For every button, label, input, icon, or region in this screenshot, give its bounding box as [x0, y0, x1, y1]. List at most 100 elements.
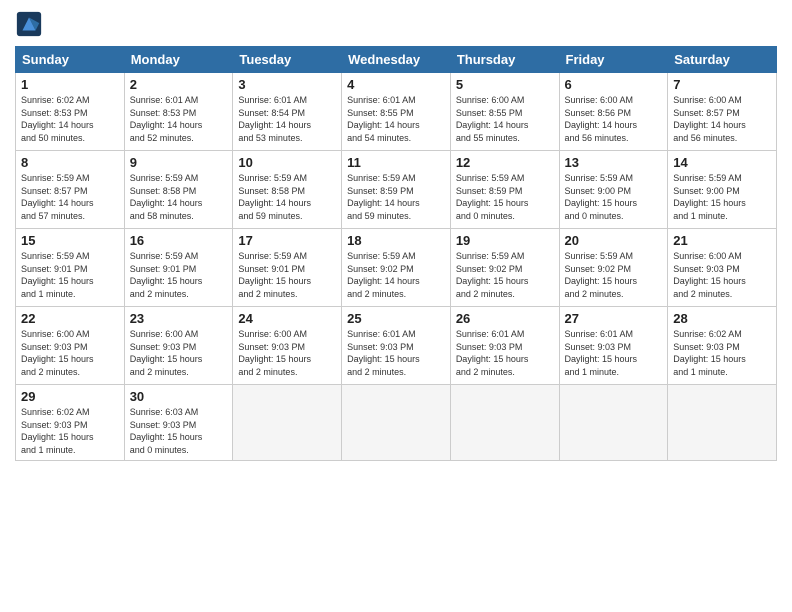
day-info: Sunrise: 5:59 AMSunset: 9:02 PMDaylight:… — [347, 250, 445, 300]
weekday-header-saturday: Saturday — [668, 47, 777, 73]
day-number: 24 — [238, 311, 336, 326]
calendar-cell — [559, 385, 668, 461]
day-info: Sunrise: 5:59 AMSunset: 8:59 PMDaylight:… — [347, 172, 445, 222]
calendar-cell: 24 Sunrise: 6:00 AMSunset: 9:03 PMDayligh… — [233, 307, 342, 385]
day-number: 18 — [347, 233, 445, 248]
calendar-cell — [342, 385, 451, 461]
calendar-cell: 11 Sunrise: 5:59 AMSunset: 8:59 PMDayligh… — [342, 151, 451, 229]
day-number: 16 — [130, 233, 228, 248]
logo-icon — [15, 10, 43, 38]
day-number: 10 — [238, 155, 336, 170]
calendar-cell: 8 Sunrise: 5:59 AMSunset: 8:57 PMDaylight… — [16, 151, 125, 229]
day-number: 30 — [130, 389, 228, 404]
day-number: 22 — [21, 311, 119, 326]
calendar-cell: 9Sunrise: 5:59 AMSunset: 8:58 PMDaylight… — [124, 151, 233, 229]
day-info: Sunrise: 5:59 AMSunset: 9:02 PMDaylight:… — [456, 250, 554, 300]
day-info: Sunrise: 6:02 AMSunset: 8:53 PMDaylight:… — [21, 94, 119, 144]
weekday-header-thursday: Thursday — [450, 47, 559, 73]
day-info: Sunrise: 6:00 AMSunset: 8:56 PMDaylight:… — [565, 94, 663, 144]
calendar-cell: 30 Sunrise: 6:03 AMSunset: 9:03 PMDayligh… — [124, 385, 233, 461]
day-number: 12 — [456, 155, 554, 170]
header — [15, 10, 777, 38]
calendar-cell: 20 Sunrise: 5:59 AMSunset: 9:02 PMDayligh… — [559, 229, 668, 307]
calendar-week-4: 22 Sunrise: 6:00 AMSunset: 9:03 PMDayligh… — [16, 307, 777, 385]
day-info: Sunrise: 5:59 AMSunset: 9:01 PMDaylight:… — [130, 250, 228, 300]
calendar-cell: 6 Sunrise: 6:00 AMSunset: 8:56 PMDaylight… — [559, 73, 668, 151]
day-number: 28 — [673, 311, 771, 326]
weekday-header-row: SundayMondayTuesdayWednesdayThursdayFrid… — [16, 47, 777, 73]
calendar-cell: 4 Sunrise: 6:01 AMSunset: 8:55 PMDaylight… — [342, 73, 451, 151]
calendar-cell: 19 Sunrise: 5:59 AMSunset: 9:02 PMDayligh… — [450, 229, 559, 307]
day-number: 13 — [565, 155, 663, 170]
day-info: Sunrise: 6:02 AMSunset: 9:03 PMDaylight:… — [21, 406, 119, 456]
day-number: 21 — [673, 233, 771, 248]
weekday-header-friday: Friday — [559, 47, 668, 73]
day-info: Sunrise: 5:59 AMSunset: 8:58 PMDaylight:… — [238, 172, 336, 222]
calendar-cell: 28 Sunrise: 6:02 AMSunset: 9:03 PMDayligh… — [668, 307, 777, 385]
logo — [15, 10, 45, 38]
calendar-cell: 17 Sunrise: 5:59 AMSunset: 9:01 PMDayligh… — [233, 229, 342, 307]
day-number: 29 — [21, 389, 119, 404]
calendar-cell: 3Sunrise: 6:01 AMSunset: 8:54 PMDaylight… — [233, 73, 342, 151]
calendar-cell: 29 Sunrise: 6:02 AMSunset: 9:03 PMDayligh… — [16, 385, 125, 461]
day-number: 19 — [456, 233, 554, 248]
day-number: 25 — [347, 311, 445, 326]
weekday-header-monday: Monday — [124, 47, 233, 73]
calendar-week-2: 8 Sunrise: 5:59 AMSunset: 8:57 PMDaylight… — [16, 151, 777, 229]
calendar-cell: 22 Sunrise: 6:00 AMSunset: 9:03 PMDayligh… — [16, 307, 125, 385]
day-info: Sunrise: 5:59 AMSunset: 9:02 PMDaylight:… — [565, 250, 663, 300]
weekday-header-sunday: Sunday — [16, 47, 125, 73]
calendar-cell: 23Sunrise: 6:00 AMSunset: 9:03 PMDayligh… — [124, 307, 233, 385]
day-info: Sunrise: 6:00 AMSunset: 9:03 PMDaylight:… — [238, 328, 336, 378]
calendar-cell: 16 Sunrise: 5:59 AMSunset: 9:01 PMDayligh… — [124, 229, 233, 307]
day-number: 27 — [565, 311, 663, 326]
weekday-header-tuesday: Tuesday — [233, 47, 342, 73]
day-number: 2 — [130, 77, 228, 92]
day-info: Sunrise: 5:59 AMSunset: 9:01 PMDaylight:… — [238, 250, 336, 300]
calendar-week-5: 29 Sunrise: 6:02 AMSunset: 9:03 PMDayligh… — [16, 385, 777, 461]
day-number: 8 — [21, 155, 119, 170]
calendar-cell — [233, 385, 342, 461]
day-info: Sunrise: 6:01 AMSunset: 9:03 PMDaylight:… — [565, 328, 663, 378]
day-info: Sunrise: 6:01 AMSunset: 8:54 PMDaylight:… — [238, 94, 336, 144]
calendar-cell: 27 Sunrise: 6:01 AMSunset: 9:03 PMDayligh… — [559, 307, 668, 385]
day-number: 9 — [130, 155, 228, 170]
day-info: Sunrise: 6:00 AMSunset: 9:03 PMDaylight:… — [21, 328, 119, 378]
day-number: 5 — [456, 77, 554, 92]
day-info: Sunrise: 5:59 AMSunset: 9:00 PMDaylight:… — [673, 172, 771, 222]
day-info: Sunrise: 5:59 AMSunset: 9:00 PMDaylight:… — [565, 172, 663, 222]
day-info: Sunrise: 6:00 AMSunset: 9:03 PMDaylight:… — [673, 250, 771, 300]
day-info: Sunrise: 6:03 AMSunset: 9:03 PMDaylight:… — [130, 406, 228, 456]
day-info: Sunrise: 6:02 AMSunset: 9:03 PMDaylight:… — [673, 328, 771, 378]
day-number: 7 — [673, 77, 771, 92]
day-number: 15 — [21, 233, 119, 248]
calendar-cell: 26 Sunrise: 6:01 AMSunset: 9:03 PMDayligh… — [450, 307, 559, 385]
page: SundayMondayTuesdayWednesdayThursdayFrid… — [0, 0, 792, 612]
day-number: 1 — [21, 77, 119, 92]
day-number: 4 — [347, 77, 445, 92]
day-info: Sunrise: 6:01 AMSunset: 9:03 PMDaylight:… — [456, 328, 554, 378]
calendar-cell: 15 Sunrise: 5:59 AMSunset: 9:01 PMDayligh… — [16, 229, 125, 307]
calendar-cell: 2Sunrise: 6:01 AMSunset: 8:53 PMDaylight… — [124, 73, 233, 151]
day-info: Sunrise: 6:01 AMSunset: 8:55 PMDaylight:… — [347, 94, 445, 144]
calendar-week-1: 1 Sunrise: 6:02 AMSunset: 8:53 PMDaylight… — [16, 73, 777, 151]
day-number: 20 — [565, 233, 663, 248]
calendar-cell — [668, 385, 777, 461]
day-info: Sunrise: 5:59 AMSunset: 9:01 PMDaylight:… — [21, 250, 119, 300]
day-number: 26 — [456, 311, 554, 326]
calendar-table: SundayMondayTuesdayWednesdayThursdayFrid… — [15, 46, 777, 461]
day-number: 11 — [347, 155, 445, 170]
day-number: 23 — [130, 311, 228, 326]
day-number: 17 — [238, 233, 336, 248]
calendar-cell: 25Sunrise: 6:01 AMSunset: 9:03 PMDayligh… — [342, 307, 451, 385]
calendar-cell: 5Sunrise: 6:00 AMSunset: 8:55 PMDaylight… — [450, 73, 559, 151]
day-info: Sunrise: 5:59 AMSunset: 8:57 PMDaylight:… — [21, 172, 119, 222]
day-info: Sunrise: 6:00 AMSunset: 8:57 PMDaylight:… — [673, 94, 771, 144]
calendar-cell: 7 Sunrise: 6:00 AMSunset: 8:57 PMDaylight… — [668, 73, 777, 151]
calendar-cell: 14 Sunrise: 5:59 AMSunset: 9:00 PMDayligh… — [668, 151, 777, 229]
calendar-cell: 21 Sunrise: 6:00 AMSunset: 9:03 PMDayligh… — [668, 229, 777, 307]
day-number: 6 — [565, 77, 663, 92]
calendar-cell: 12 Sunrise: 5:59 AMSunset: 8:59 PMDayligh… — [450, 151, 559, 229]
day-number: 14 — [673, 155, 771, 170]
day-info: Sunrise: 5:59 AMSunset: 8:59 PMDaylight:… — [456, 172, 554, 222]
